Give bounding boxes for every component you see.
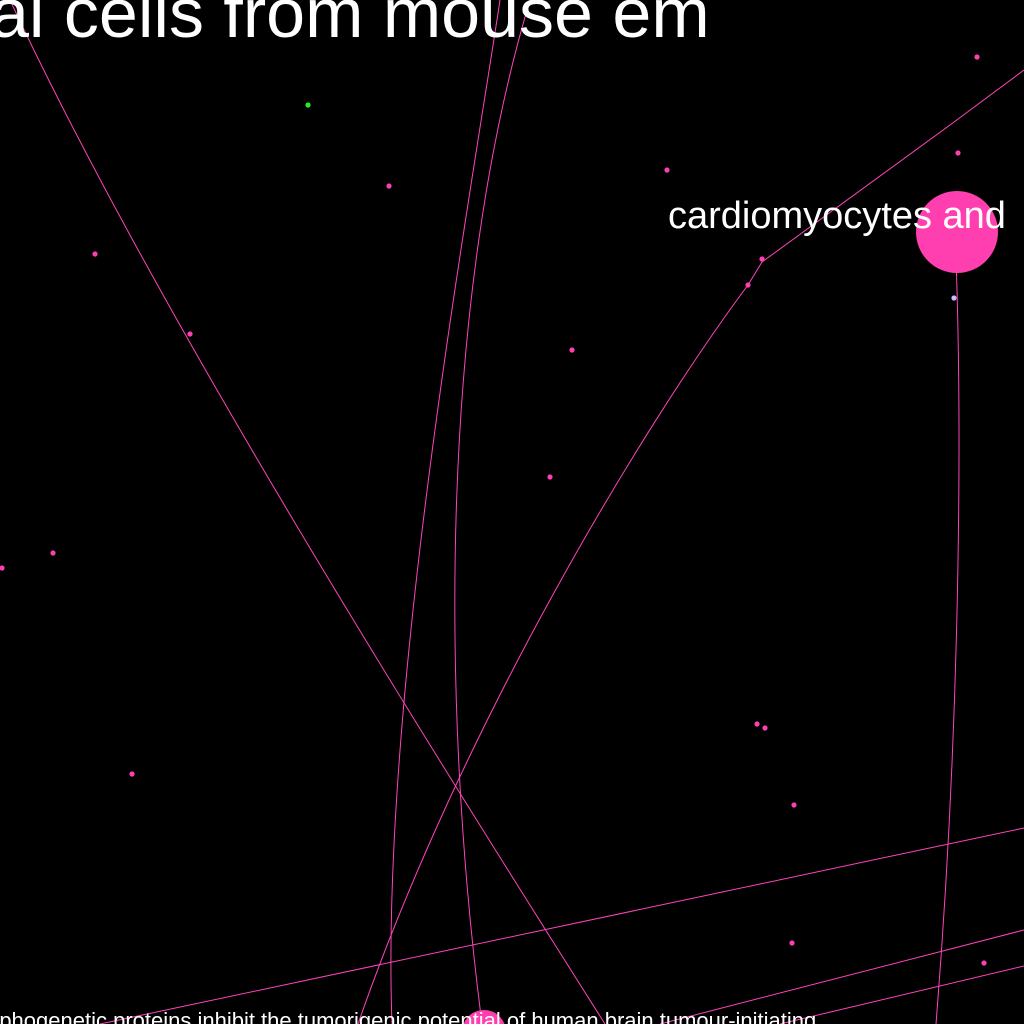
node-label-cardiomyocytes: cardiomyocytes and <box>668 195 1006 237</box>
graph-node <box>0 565 5 571</box>
graph-node <box>305 102 311 108</box>
graph-node <box>762 725 768 731</box>
graph-node <box>745 282 751 288</box>
node-label-top: al cells from mouse em <box>0 0 710 52</box>
graph-node <box>664 167 670 173</box>
graph-edge <box>390 0 501 1024</box>
edge-layer <box>9 0 1024 1024</box>
graph-node <box>386 183 392 189</box>
graph-node <box>974 54 980 60</box>
graph-node <box>547 474 553 480</box>
graph-edge <box>9 0 606 1024</box>
graph-edge <box>454 0 531 1024</box>
graph-node <box>569 347 575 353</box>
graph-node <box>92 251 98 257</box>
graph-node <box>955 150 961 156</box>
graph-node <box>791 802 797 808</box>
network-graph-canvas: al cells from mouse em cardiomyocytes an… <box>0 0 1024 1024</box>
graph-node <box>789 940 795 946</box>
graph-node <box>129 771 135 777</box>
graph-node <box>951 295 957 301</box>
graph-node <box>759 256 765 262</box>
node-label-bottom: rphogenetic proteins inhibit the tumorig… <box>0 1008 817 1024</box>
graph-node <box>187 331 193 337</box>
network-graph <box>0 0 1024 1024</box>
graph-edge <box>779 965 1024 1024</box>
graph-edge <box>935 231 960 1024</box>
graph-node <box>981 960 987 966</box>
graph-edge <box>99 827 1024 1024</box>
graph-node <box>754 721 760 727</box>
graph-node <box>50 550 56 556</box>
